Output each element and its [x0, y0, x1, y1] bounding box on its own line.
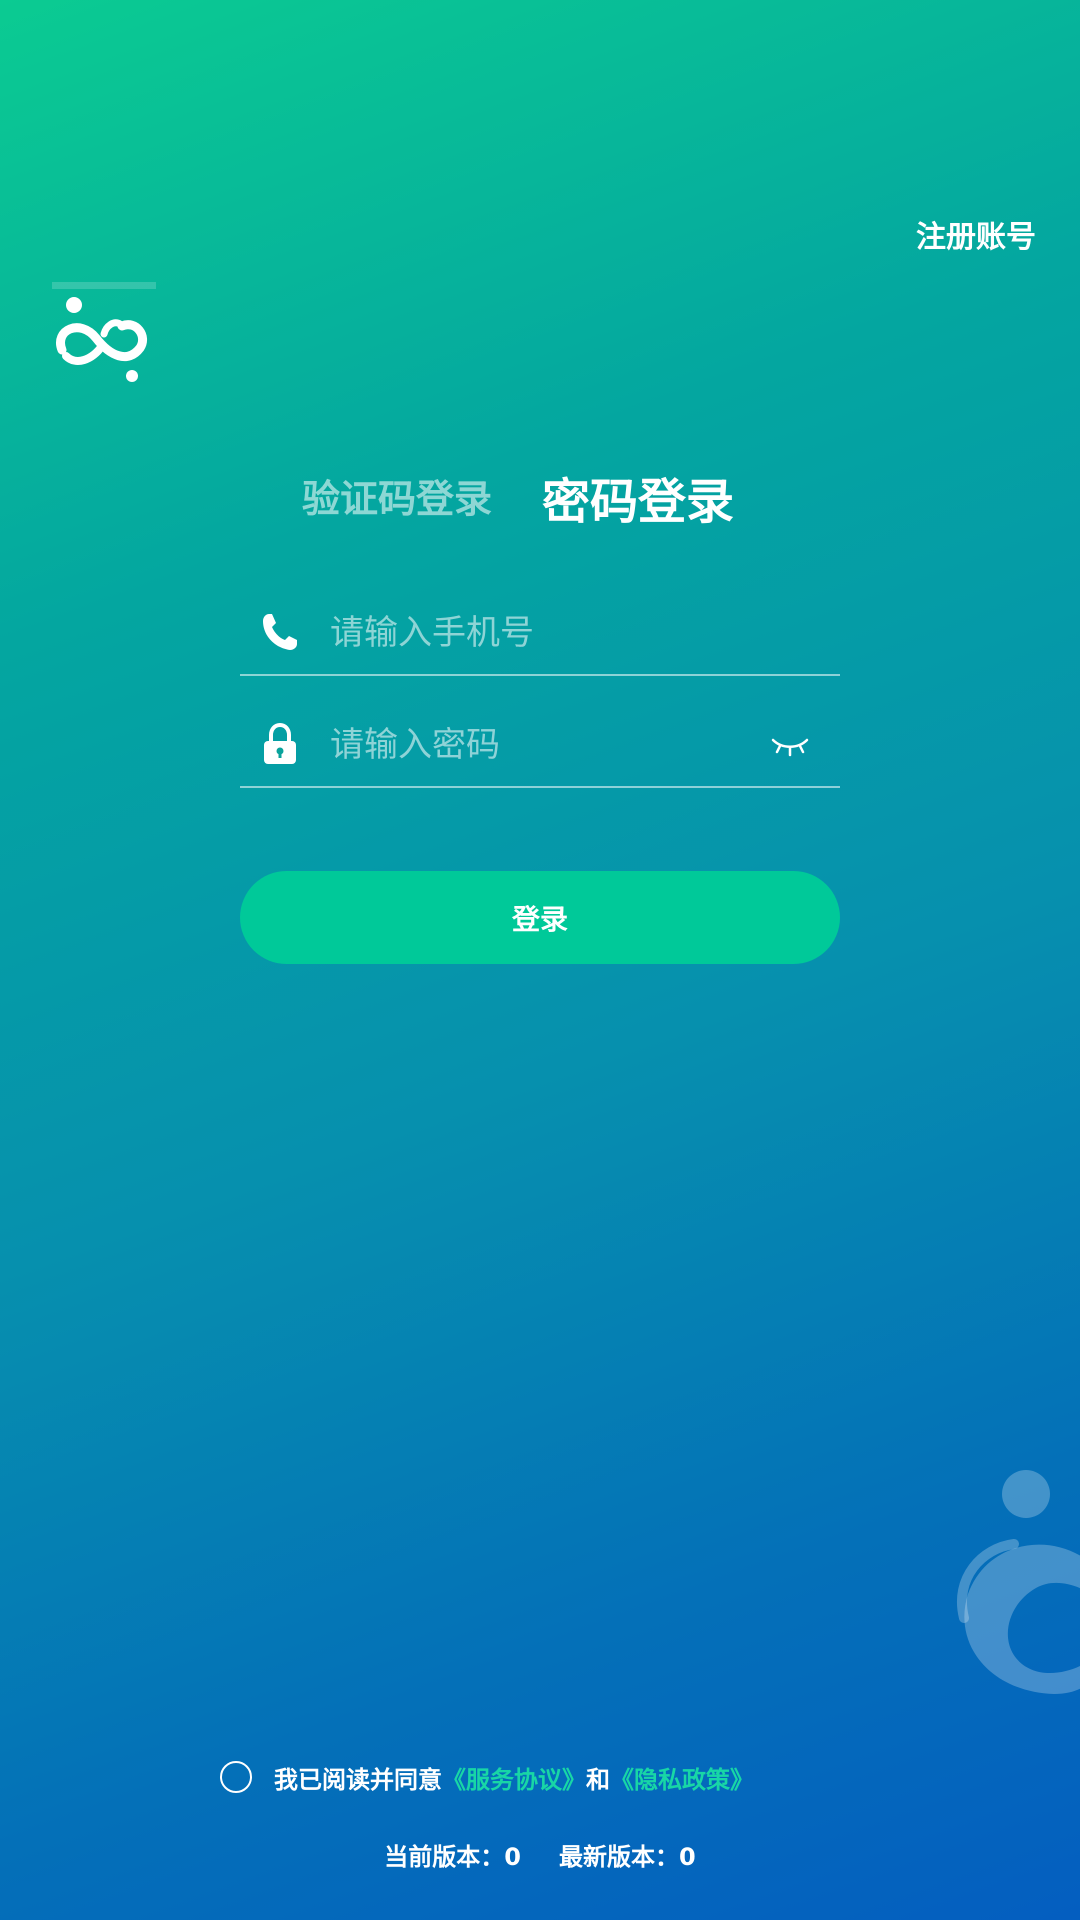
password-input[interactable]: [330, 722, 750, 768]
login-tabs: 验证码登录 密码登录: [0, 462, 1080, 530]
phone-field: [240, 610, 840, 676]
logo-bar: [52, 282, 156, 289]
tab-password-login[interactable]: 密码登录: [542, 462, 734, 532]
login-button[interactable]: 登录: [240, 871, 840, 964]
register-account-link[interactable]: 注册账号: [916, 212, 1036, 256]
version-info: 当前版本：0 最新版本：0: [0, 1837, 1080, 1872]
eye-closed-icon[interactable]: [770, 734, 810, 758]
password-field: [240, 722, 840, 788]
agree-checkbox[interactable]: [220, 1761, 252, 1793]
current-version-value: 0: [504, 1843, 521, 1871]
logo-infinity-icon: [56, 297, 148, 382]
agreement-row: 我已阅读并同意 《服务协议》 和 《隐私政策》: [220, 1758, 754, 1796]
tab-sms-login[interactable]: 验证码登录: [302, 468, 492, 523]
latest-version-value: 0: [679, 1843, 696, 1871]
phone-icon: [263, 614, 297, 650]
current-version-label: 当前版本：: [384, 1843, 505, 1871]
latest-version-label: 最新版本：: [559, 1843, 679, 1871]
login-screen: 注册账号 验证码登录 密码登录 请输入手机号 登录 我已阅读并同意 《服务协议》…: [0, 0, 1080, 1920]
service-agreement-link[interactable]: 《服务协议》: [442, 1760, 586, 1795]
app-logo: [52, 282, 156, 392]
lock-icon: [264, 722, 296, 764]
watermark-logo-icon: [957, 1470, 1080, 1694]
privacy-policy-link[interactable]: 《隐私政策》: [610, 1760, 754, 1795]
agreement-and-text: 和: [586, 1765, 610, 1794]
phone-input[interactable]: [330, 610, 750, 656]
agreement-text: 我已阅读并同意: [274, 1765, 442, 1794]
